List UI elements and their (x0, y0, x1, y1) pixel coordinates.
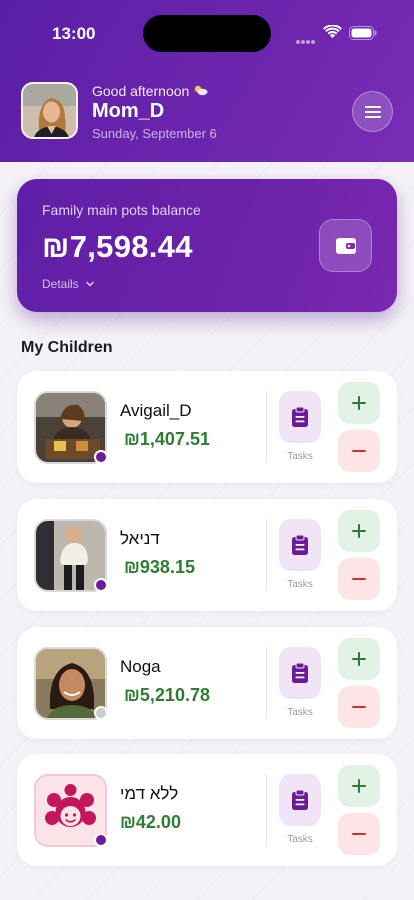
clipboard-icon (292, 662, 308, 683)
child-name: Avigail_D (120, 401, 192, 420)
minus-icon (352, 578, 366, 580)
tasks-button[interactable] (279, 391, 321, 443)
divider (266, 647, 267, 719)
balance-label: Family main pots balance (42, 202, 201, 218)
hamburger-menu-icon (364, 105, 381, 118)
child-name: דניאל (120, 529, 160, 548)
tasks-label: Tasks (287, 451, 313, 462)
username: Mom_D (92, 100, 165, 122)
tasks-button[interactable] (279, 647, 321, 699)
child-balance: ₪42.00 (120, 812, 181, 832)
child-card[interactable]: Noga ₪5,210.78 Tasks (17, 627, 397, 739)
status-time: 13:00 (52, 24, 96, 43)
child-balance: ₪5,210.78 (124, 685, 210, 705)
details-toggle[interactable]: Details (42, 277, 95, 291)
divider (266, 774, 267, 846)
wallet-icon (335, 237, 356, 254)
menu-button[interactable] (352, 91, 393, 132)
clipboard-icon (292, 789, 308, 810)
subtract-money-button[interactable] (338, 686, 380, 728)
child-card[interactable]: דניאל ₪938.15 Tasks (17, 499, 397, 611)
status-bar: 13:00 (0, 0, 414, 62)
greeting-label: Good afternoon (92, 83, 190, 99)
tasks-label: Tasks (287, 707, 313, 718)
tasks-label: Tasks (287, 834, 313, 845)
chevron-down-icon (86, 281, 94, 287)
tasks-button[interactable] (279, 519, 321, 571)
status-dot (94, 578, 108, 592)
current-date: Sunday, September 6 (92, 126, 217, 141)
minus-icon (352, 450, 366, 452)
greeting-text: Good afternoon (92, 83, 208, 99)
minus-icon (352, 706, 366, 708)
add-money-button[interactable] (338, 638, 380, 680)
wifi-icon (323, 24, 342, 44)
subtract-money-button[interactable] (338, 430, 380, 472)
child-card[interactable]: ללא דמי ₪42.00 Tasks (17, 754, 397, 866)
plus-icon (352, 524, 366, 538)
clipboard-icon (292, 534, 308, 555)
app-header: 13:00 Good afternoon Mom_D Sunday, Septe… (0, 0, 414, 162)
family-balance-card: Family main pots balance ₪7,598.44 Detai… (17, 179, 397, 312)
status-dot (94, 450, 108, 464)
status-dot (94, 833, 108, 847)
clipboard-icon (292, 406, 308, 427)
child-name: ללא דמי (120, 784, 179, 803)
child-balance: ₪938.15 (124, 557, 195, 577)
tasks-label: Tasks (287, 579, 313, 590)
plus-icon (352, 779, 366, 793)
plus-icon (352, 396, 366, 410)
child-name: Noga (120, 657, 161, 676)
child-card[interactable]: Avigail_D ₪1,407.51 Tasks (17, 371, 397, 483)
divider (266, 391, 267, 463)
details-label: Details (42, 277, 79, 291)
cellular-signal-icon (296, 31, 316, 49)
balance-amount: ₪7,598.44 (42, 229, 193, 264)
plus-icon (352, 652, 366, 666)
battery-icon (349, 26, 377, 45)
subtract-money-button[interactable] (338, 813, 380, 855)
status-dot (94, 706, 108, 720)
tasks-button[interactable] (279, 774, 321, 826)
section-title: My Children (21, 339, 113, 356)
divider (266, 519, 267, 591)
sun-cloud-icon (193, 83, 208, 99)
subtract-money-button[interactable] (338, 558, 380, 600)
user-avatar[interactable] (21, 82, 78, 139)
add-money-button[interactable] (338, 510, 380, 552)
wallet-button[interactable] (319, 219, 372, 272)
child-balance: ₪1,407.51 (124, 429, 210, 449)
add-money-button[interactable] (338, 382, 380, 424)
minus-icon (352, 833, 366, 835)
add-money-button[interactable] (338, 765, 380, 807)
dynamic-island (143, 15, 271, 52)
